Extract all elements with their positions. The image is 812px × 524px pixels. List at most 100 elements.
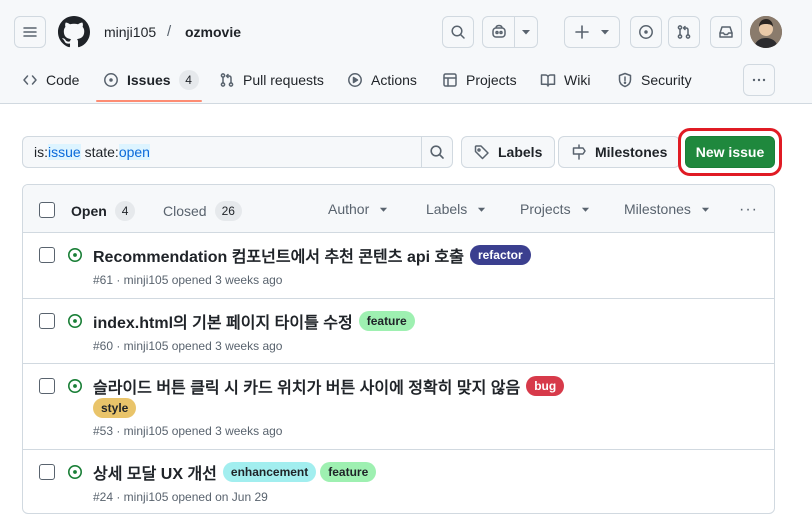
your-pull-requests-button[interactable]	[668, 16, 700, 48]
search-icon	[451, 25, 465, 39]
issue-label[interactable]: bug	[526, 376, 565, 396]
issue-checkbox[interactable]	[39, 247, 55, 263]
shield-icon	[618, 72, 632, 88]
tab-projects-label: Projects	[466, 72, 517, 88]
open-count: 4	[114, 201, 136, 221]
tab-actions-label: Actions	[371, 72, 417, 88]
issue-row[interactable]: index.html의 기본 페이지 타이틀 수정 feature #60 · …	[23, 299, 774, 364]
open-issues-toggle[interactable]: Open 4	[71, 201, 136, 221]
git-pull-request-icon	[677, 25, 691, 39]
menu-button[interactable]	[14, 16, 46, 48]
author-filter[interactable]: Author	[328, 201, 388, 217]
issue-row[interactable]: 상세 모달 UX 개선 enhancement feature #24 · mi…	[23, 450, 774, 513]
plus-icon	[575, 25, 589, 39]
issues-list: Open 4 Closed 26 Author Labels Projects …	[22, 184, 775, 514]
breadcrumb-repo[interactable]: ozmovie	[185, 24, 241, 40]
copilot-button-group	[482, 16, 538, 48]
triangle-down-icon	[478, 207, 486, 212]
issue-row[interactable]: Recommendation 컴포넌트에서 추천 콘텐츠 api 호출 refa…	[23, 233, 774, 299]
issue-opened-icon	[67, 464, 83, 480]
closed-count: 26	[214, 201, 242, 221]
triangle-down-icon	[701, 207, 710, 212]
code-icon	[23, 75, 37, 85]
issues-filter-input[interactable]: is: issue state: open	[22, 136, 422, 168]
issue-checkbox[interactable]	[39, 378, 55, 394]
filter-qualifier-is: is:	[34, 144, 48, 160]
tab-wiki-label: Wiki	[564, 72, 591, 88]
issue-label[interactable]: style	[93, 398, 137, 418]
issue-checkbox[interactable]	[39, 313, 55, 329]
table-icon	[443, 73, 457, 87]
search-icon	[430, 145, 444, 159]
closed-label: Closed	[163, 203, 207, 219]
copilot-dropdown[interactable]	[515, 17, 537, 47]
copilot-icon	[491, 24, 506, 38]
milestones-filter[interactable]: Milestones	[624, 201, 710, 217]
author-filter-label: Author	[328, 201, 370, 217]
issue-label[interactable]: feature	[320, 462, 377, 482]
triangle-down-icon	[522, 30, 530, 35]
projects-filter[interactable]: Projects	[520, 201, 590, 217]
issue-label[interactable]: enhancement	[222, 462, 317, 482]
inbox-icon	[719, 26, 733, 38]
new-issue-button[interactable]: New issue	[685, 136, 775, 168]
inbox-button[interactable]	[710, 16, 742, 48]
projects-filter-label: Projects	[520, 201, 571, 217]
milestones-filter-label: Milestones	[624, 201, 691, 217]
milestones-button[interactable]: Milestones	[558, 136, 681, 168]
issue-title-line: 상세 모달 UX 개선 enhancement feature	[93, 460, 753, 484]
github-logo-icon[interactable]	[58, 16, 90, 48]
issue-label[interactable]: feature	[358, 311, 415, 331]
issue-meta: #53 · minji105 opened 3 weeks ago	[93, 424, 283, 438]
book-icon	[540, 74, 556, 87]
select-all-checkbox[interactable]	[39, 202, 55, 218]
create-new-button[interactable]	[564, 16, 620, 48]
your-issues-button[interactable]	[630, 16, 662, 48]
issue-opened-icon	[639, 25, 653, 39]
labels-button[interactable]: Labels	[461, 136, 556, 168]
issue-label[interactable]: refactor	[469, 245, 531, 265]
issue-opened-icon	[67, 313, 83, 329]
triangle-down-icon	[380, 207, 388, 212]
more-tabs-button[interactable]	[743, 64, 775, 96]
tab-issues[interactable]: Issues 4	[103, 66, 199, 94]
triangle-down-icon	[601, 30, 609, 35]
issues-list-header: Open 4 Closed 26 Author Labels Projects …	[23, 185, 774, 233]
breadcrumb-owner[interactable]: minji105	[104, 24, 156, 40]
tab-projects[interactable]: Projects	[442, 66, 517, 94]
issue-checkbox[interactable]	[39, 464, 55, 480]
filter-value-open: open	[118, 144, 150, 160]
repo-header: minji105 / ozmovie Code Issues 4 Pull re…	[0, 0, 812, 104]
issue-title[interactable]: index.html의 기본 페이지 타이틀 수정	[93, 309, 353, 333]
tab-pull-requests[interactable]: Pull requests	[219, 66, 324, 94]
issue-title[interactable]: 슬라이드 버튼 클릭 시 카드 위치가 버튼 사이에 정확히 맞지 않음	[93, 374, 520, 398]
issue-title[interactable]: 상세 모달 UX 개선	[93, 460, 217, 484]
tag-icon	[474, 145, 489, 160]
issue-title-line: Recommendation 컴포넌트에서 추천 콘텐츠 api 호출 refa…	[93, 243, 753, 267]
issue-meta: #61 · minji105 opened 3 weeks ago	[93, 273, 283, 287]
issue-opened-icon	[67, 247, 83, 263]
labels-button-label: Labels	[498, 144, 543, 160]
git-pull-request-icon	[220, 73, 234, 87]
tab-security-label: Security	[641, 72, 692, 88]
tab-actions[interactable]: Actions	[347, 66, 417, 94]
global-search-button[interactable]	[442, 16, 474, 48]
breadcrumb-separator: /	[167, 23, 172, 40]
tab-security[interactable]: Security	[617, 66, 692, 94]
labels-filter-label: Labels	[426, 201, 468, 217]
filter-value-issue: issue	[48, 144, 81, 160]
open-label: Open	[71, 203, 107, 219]
tab-wiki[interactable]: Wiki	[540, 66, 590, 94]
labels-filter[interactable]: Labels	[426, 201, 486, 217]
issue-meta: #60 · minji105 opened 3 weeks ago	[93, 339, 283, 353]
avatar[interactable]	[750, 16, 782, 48]
more-options-icon[interactable]: ···	[739, 201, 758, 219]
copilot-button[interactable]	[483, 17, 515, 47]
tab-code[interactable]: Code	[22, 66, 79, 94]
closed-issues-toggle[interactable]: Closed 26	[163, 201, 242, 221]
filter-search-button[interactable]	[421, 136, 453, 168]
tab-issues-label: Issues	[127, 72, 171, 88]
issue-title[interactable]: Recommendation 컴포넌트에서 추천 콘텐츠 api 호출	[93, 243, 464, 267]
issue-row[interactable]: 슬라이드 버튼 클릭 시 카드 위치가 버튼 사이에 정확히 맞지 않음 bug…	[23, 364, 774, 450]
tab-pull-requests-label: Pull requests	[243, 72, 324, 88]
